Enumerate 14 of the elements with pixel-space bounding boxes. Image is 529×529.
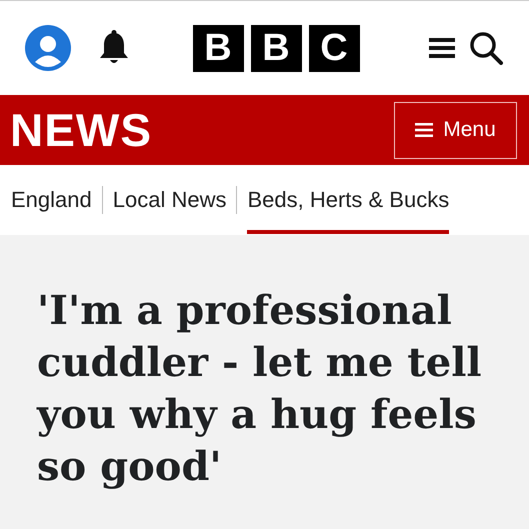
menu-icon <box>415 122 434 138</box>
news-title[interactable]: NEWS <box>10 103 152 157</box>
menu-icon[interactable] <box>429 36 455 60</box>
nav-link[interactable]: Local News <box>112 166 226 234</box>
logo-letter: C <box>308 24 360 72</box>
account-icon[interactable] <box>25 25 71 71</box>
search-icon[interactable] <box>469 31 503 65</box>
logo-letter: B <box>192 24 244 72</box>
notification-bell-icon[interactable] <box>97 30 131 66</box>
logo-letter: B <box>250 24 302 72</box>
nav-link[interactable]: Beds, Herts & Bucks <box>247 166 450 234</box>
article-headline: 'I'm a professional cuddler - let me tell you why a hug feels so good' <box>37 286 483 492</box>
menu-button[interactable]: Menu <box>394 102 517 158</box>
nav-link[interactable]: England <box>11 166 92 234</box>
